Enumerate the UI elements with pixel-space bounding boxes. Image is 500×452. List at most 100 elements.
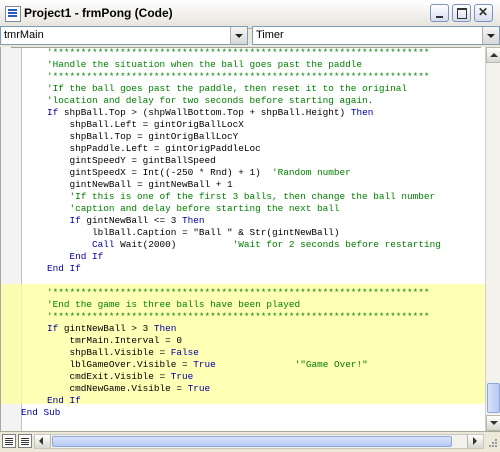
- code-keyword: True: [193, 359, 216, 370]
- code-line[interactable]: lblBall.Caption = "Ball " & Str(gintNewB…: [11, 227, 441, 239]
- code-line[interactable]: 'If the ball goes past the paddle, then …: [11, 83, 441, 95]
- code-keyword: Then: [350, 107, 374, 118]
- code-line[interactable]: '***************************************…: [11, 71, 441, 83]
- code-keyword: True: [170, 371, 194, 382]
- code-token: shpBall.Left = gintOrigBallLocX: [47, 119, 244, 130]
- scroll-right-button[interactable]: [467, 435, 483, 448]
- code-keyword: Call: [47, 239, 121, 250]
- resize-grip-icon[interactable]: [486, 436, 498, 448]
- code-line[interactable]: gintNewBall = gintNewBall + 1: [11, 179, 441, 191]
- code-line[interactable]: 'If this is one of the first 3 balls, th…: [11, 191, 441, 203]
- code-line[interactable]: [11, 275, 441, 287]
- code-line[interactable]: Call Wait(2000) 'Wait for 2 seconds befo…: [11, 239, 441, 251]
- code-keyword: If: [47, 107, 64, 118]
- code-line[interactable]: '***************************************…: [11, 287, 441, 299]
- procedure-combo[interactable]: Timer: [252, 26, 500, 45]
- scroll-down-button[interactable]: [486, 415, 500, 431]
- code-comment: '***************************************…: [47, 287, 430, 298]
- code-token: Wait(2000): [120, 239, 233, 250]
- code-keyword: End Sub: [21, 407, 61, 418]
- code-comment: '"Game Over!": [294, 359, 368, 370]
- code-line[interactable]: End If: [11, 263, 441, 275]
- code-line[interactable]: tmrMain.Interval = 0: [11, 335, 441, 347]
- code-keyword: Then: [153, 323, 177, 334]
- code-line[interactable]: shpBall.Top = gintOrigBallLocY: [11, 131, 441, 143]
- code-line[interactable]: gintSpeedY = gintBallSpeed: [11, 155, 441, 167]
- code-line[interactable]: End Sub: [11, 407, 441, 419]
- code-token: tmrMain.Interval = 0: [47, 335, 183, 346]
- code-line[interactable]: cmdNewGame.Visible = True: [11, 383, 441, 395]
- full-module-view-icon[interactable]: [18, 434, 32, 448]
- code-token: gintSpeedX = Int((-250 * Rnd) + 1): [47, 167, 273, 178]
- code-token: gintNewBall <= 3: [86, 215, 183, 226]
- app-icon[interactable]: [5, 6, 21, 22]
- code-line[interactable]: lblGameOver.Visible = True '"Game Over!": [11, 359, 441, 371]
- code-keyword: End If: [47, 395, 81, 406]
- code-comment: 'location and delay for two seconds befo…: [47, 95, 374, 106]
- close-button[interactable]: [474, 4, 493, 22]
- code-text[interactable]: '***************************************…: [11, 47, 441, 419]
- code-comment: 'Random number: [272, 167, 351, 178]
- code-comment: 'If this is one of the first 3 balls, th…: [47, 191, 436, 202]
- code-comment: 'Handle the situation when the ball goes…: [47, 59, 363, 70]
- code-line[interactable]: shpPaddle.Left = gintOrigPaddleLoc: [11, 143, 441, 155]
- code-line[interactable]: 'Handle the situation when the ball goes…: [11, 59, 441, 71]
- dropdown-arrow-icon[interactable]: [230, 27, 247, 44]
- code-token: shpPaddle.Left = gintOrigPaddleLoc: [47, 143, 261, 154]
- code-keyword: End If: [47, 251, 104, 262]
- code-token: cmdExit.Visible =: [47, 371, 171, 382]
- code-line[interactable]: 'caption and delay before starting the n…: [11, 203, 441, 215]
- code-line[interactable]: shpBall.Visible = False: [11, 347, 441, 359]
- code-token: gintNewBall > 3: [63, 323, 154, 334]
- code-line[interactable]: End If: [11, 251, 441, 263]
- code-keyword: If: [47, 323, 64, 334]
- procedure-view-icon[interactable]: [2, 434, 16, 448]
- code-line[interactable]: cmdExit.Visible = True: [11, 371, 441, 383]
- code-keyword: True: [187, 383, 211, 394]
- vertical-scrollbar[interactable]: [485, 47, 500, 431]
- code-token: gintSpeedY = gintBallSpeed: [47, 155, 216, 166]
- code-comment: 'End the game is three balls have been p…: [47, 299, 301, 310]
- procedure-combo-value: Timer: [256, 29, 284, 41]
- minimize-button[interactable]: [430, 4, 449, 22]
- scroll-left-button[interactable]: [35, 435, 51, 448]
- scroll-up-button[interactable]: [486, 47, 500, 63]
- vertical-scroll-thumb[interactable]: [487, 383, 500, 413]
- dropdown-arrow-icon[interactable]: [482, 27, 499, 44]
- code-line[interactable]: 'location and delay for two seconds befo…: [11, 95, 441, 107]
- code-token: cmdNewGame.Visible =: [47, 383, 188, 394]
- maximize-button[interactable]: [452, 4, 471, 22]
- code-comment: '***************************************…: [47, 311, 430, 322]
- code-token: shpBall.Top = gintOrigBallLocY: [47, 131, 239, 142]
- code-line[interactable]: End If: [11, 395, 441, 407]
- object-combo[interactable]: tmrMain: [0, 26, 248, 45]
- horizontal-scrollbar[interactable]: [34, 434, 484, 449]
- code-editor[interactable]: '***************************************…: [0, 47, 486, 431]
- code-line[interactable]: 'End the game is three balls have been p…: [11, 299, 441, 311]
- code-comment: 'If the ball goes past the paddle, then …: [47, 83, 408, 94]
- window-title: Project1 - frmPong (Code): [24, 6, 173, 20]
- code-keyword: End If: [47, 263, 81, 274]
- code-keyword: Then: [182, 215, 205, 226]
- code-token: gintNewBall = gintNewBall + 1: [47, 179, 233, 190]
- code-comment: '***************************************…: [47, 71, 430, 82]
- code-line[interactable]: '***************************************…: [11, 47, 430, 59]
- code-line[interactable]: If gintNewBall > 3 Then: [11, 323, 441, 335]
- title-bar[interactable]: Project1 - frmPong (Code): [0, 0, 500, 29]
- code-comment: 'Wait for 2 seconds before restarting: [232, 239, 441, 250]
- code-line[interactable]: '***************************************…: [11, 311, 441, 323]
- code-line[interactable]: If shpBall.Top > (shpWallBottom.Top + sh…: [11, 107, 441, 119]
- code-line[interactable]: gintSpeedX = Int((-250 * Rnd) + 1) 'Rand…: [11, 167, 441, 179]
- horizontal-scroll-thumb[interactable]: [52, 436, 452, 447]
- object-combo-value: tmrMain: [4, 29, 44, 41]
- code-token: shpBall.Top > (shpWallBottom.Top + shpBa…: [63, 107, 351, 118]
- code-comment: 'caption and delay before starting the n…: [47, 203, 340, 214]
- code-token: shpBall.Visible =: [47, 347, 171, 358]
- code-token: lblGameOver.Visible =: [47, 359, 194, 370]
- code-token: lblBall.Caption = "Ball " & Str(gintNewB…: [47, 227, 340, 238]
- code-comment: '***************************************…: [47, 47, 430, 58]
- code-keyword: False: [170, 347, 199, 358]
- code-line[interactable]: If gintNewBall <= 3 Then: [11, 215, 441, 227]
- code-line[interactable]: shpBall.Left = gintOrigBallLocX: [11, 119, 441, 131]
